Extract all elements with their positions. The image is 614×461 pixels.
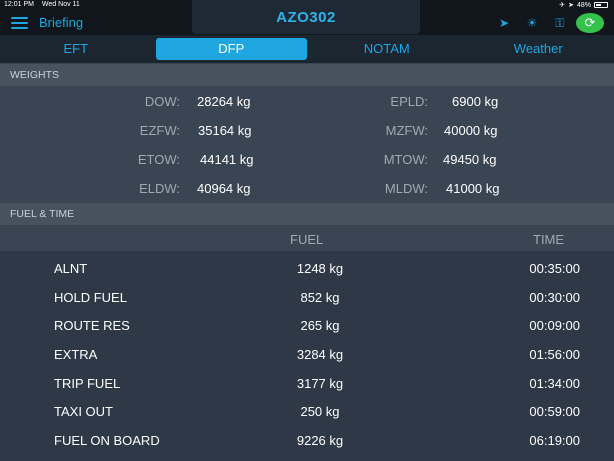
- time-column-header: TIME: [533, 232, 565, 247]
- table-row: FUEL ON BOARD 9226 kg 06:19:00: [0, 426, 614, 454]
- fuel-item-name: FUEL ON BOARD: [54, 433, 160, 448]
- table-row: HOLD FUEL 852 kg 00:30:00: [0, 283, 614, 311]
- weights-row: EZFW: 35164 kg MZFW: 40000 kg: [0, 117, 614, 145]
- weights-row: ELDW: 40964 kg MLDW: 41000 kg: [0, 175, 614, 203]
- fuel-item-time: 01:34:00: [529, 376, 580, 391]
- table-row: TRIP FUEL 3177 kg 01:34:00: [0, 369, 614, 397]
- weight-value: 35164 kg: [198, 123, 252, 138]
- fuel-item-time: 01:56:00: [529, 347, 580, 362]
- fuel-item-name: TRIP FUEL: [54, 376, 121, 391]
- battery-icon: [594, 2, 608, 8]
- weight-label: EZFW:: [139, 123, 180, 138]
- fuel-item-name: ALNT: [54, 261, 88, 276]
- tab-weather[interactable]: Weather: [463, 38, 614, 60]
- weight-label: ELDW:: [139, 181, 180, 196]
- weight-label: MZFW:: [385, 123, 428, 138]
- weight-value: 6900 kg: [452, 94, 499, 109]
- battery-percent: 48%: [576, 1, 591, 9]
- tab-eft[interactable]: EFT: [0, 38, 152, 60]
- tab-dfp[interactable]: DFP: [155, 38, 307, 60]
- fuel-column-header: FUEL: [290, 232, 324, 247]
- brightness-icon[interactable]: ☀: [518, 16, 546, 30]
- table-row: ROUTE RES 265 kg 00:09:00: [0, 311, 614, 339]
- weights-row: ETOW: 44141 kg MTOW: 49450 kg: [0, 146, 614, 174]
- sync-icon[interactable]: ⟳: [576, 13, 604, 33]
- fuel-item-fuel: 3177 kg: [296, 376, 344, 391]
- weights-row: DOW: 28264 kg EPLD: 6900 kg: [0, 88, 614, 116]
- fuel-item-fuel: 852 kg: [300, 290, 340, 305]
- table-row: EXTRA 3284 kg 01:56:00: [0, 340, 614, 368]
- weight-value: 44141 kg: [200, 152, 254, 167]
- fuel-item-name: TAXI OUT: [54, 404, 113, 419]
- weight-value: 40000 kg: [444, 123, 498, 138]
- hamburger-menu-icon[interactable]: [11, 17, 28, 29]
- status-date: Wed Nov 11: [41, 1, 80, 8]
- fuel-item-fuel: 250 kg: [300, 404, 340, 419]
- fuel-item-fuel: 9226 kg: [296, 433, 344, 448]
- fuel-table-header: FUEL TIME: [0, 227, 614, 251]
- fuel-item-time: 06:19:00: [529, 433, 580, 448]
- weight-value: 49450 kg: [443, 152, 497, 167]
- location-icon: ➤: [568, 2, 574, 9]
- fuel-item-name: EXTRA: [54, 347, 98, 362]
- fuel-item-time: 00:30:00: [529, 290, 580, 305]
- location-arrow-icon[interactable]: ➤: [490, 16, 518, 30]
- weight-label: MLDW:: [384, 181, 428, 196]
- fuel-item-time: 00:09:00: [529, 318, 580, 333]
- fuel-item-fuel: 3284 kg: [296, 347, 344, 362]
- weight-value: 41000 kg: [446, 181, 500, 196]
- weight-value: 40964 kg: [197, 181, 251, 196]
- weight-label: DOW:: [144, 94, 180, 109]
- fuel-item-time: 00:59:00: [529, 404, 580, 419]
- status-time: 12:01 PM: [4, 1, 34, 8]
- fuel-item-name: ROUTE RES: [54, 318, 130, 333]
- tab-bar: EFT DFP NOTAM Weather: [0, 35, 614, 63]
- fuel-time-section-header: FUEL & TIME: [0, 203, 614, 225]
- tab-notam[interactable]: NOTAM: [311, 38, 463, 60]
- airplane-mode-icon: ✈: [559, 2, 566, 9]
- weights-section: DOW: 28264 kg EPLD: 6900 kg EZFW: 35164 …: [0, 88, 614, 203]
- weight-label: MTOW:: [383, 152, 428, 167]
- weight-value: 28264 kg: [197, 94, 251, 109]
- table-row: ALNT 1248 kg 00:35:00: [0, 254, 614, 282]
- weights-section-header: WEIGHTS: [0, 64, 614, 86]
- table-row: TAXI OUT 250 kg 00:59:00: [0, 397, 614, 425]
- fuel-item-fuel: 1248 kg: [296, 261, 344, 276]
- fuel-table: ALNT 1248 kg 00:35:00 HOLD FUEL 852 kg 0…: [0, 251, 614, 461]
- fuel-item-fuel: 265 kg: [300, 318, 340, 333]
- fuel-item-name: HOLD FUEL: [54, 290, 127, 305]
- unlock-icon[interactable]: ⚿: [546, 16, 574, 31]
- fuel-item-time: 00:35:00: [529, 261, 580, 276]
- weight-label: ETOW:: [137, 152, 180, 167]
- briefing-back-button[interactable]: Briefing: [39, 15, 83, 30]
- flight-number-title: AZO302: [192, 0, 420, 34]
- weight-label: EPLD:: [390, 94, 428, 109]
